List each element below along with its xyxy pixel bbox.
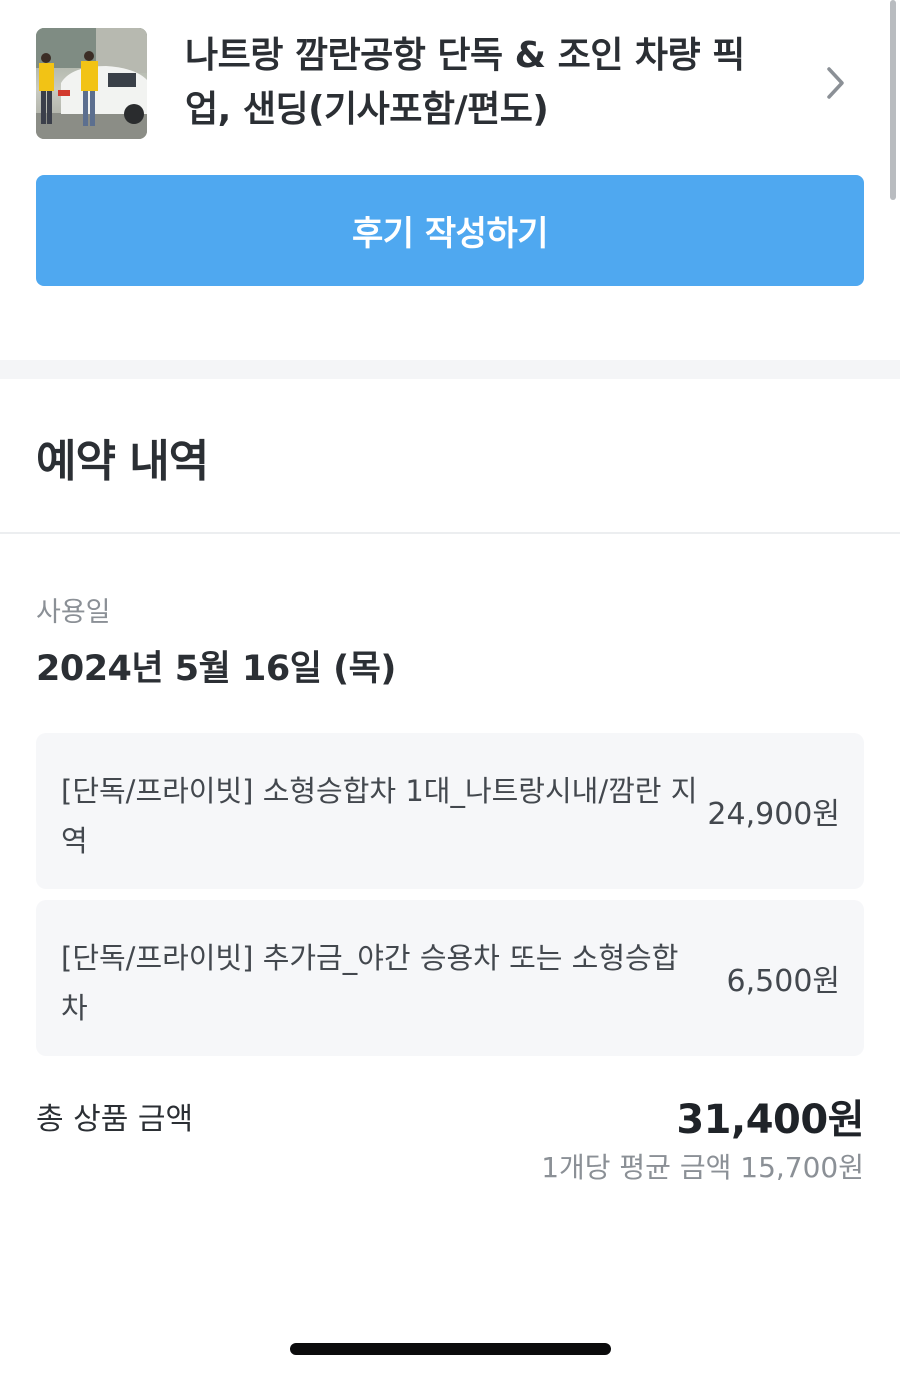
- section-divider: [0, 360, 900, 379]
- option-name: [단독/프라이빗] 소형승합차 1대_나트랑시내/깜란 지역: [61, 774, 698, 858]
- chevron-right-icon[interactable]: [820, 66, 850, 100]
- product-thumbnail-image: [36, 27, 147, 139]
- home-indicator[interactable]: [290, 1343, 611, 1355]
- total-label: 총 상품 금액: [36, 1102, 194, 1137]
- write-review-button[interactable]: 후기 작성하기: [36, 175, 864, 286]
- option-item: [단독/프라이빗] 소형승합차 1대_나트랑시내/깜란 지역 24,900원: [36, 733, 864, 889]
- header-divider: [0, 532, 900, 534]
- use-date-value: 2024년 5월 16일 (목): [36, 649, 396, 689]
- total-value: 31,400원: [676, 1097, 864, 1143]
- reservation-section-title: 예약 내역: [36, 436, 209, 487]
- use-date-label: 사용일: [36, 597, 111, 628]
- product-title: 나트랑 깜란공항 단독 & 조인 차량 픽업, 샌딩(기사포함/편도): [185, 35, 745, 130]
- product-thumbnail: [36, 27, 147, 139]
- option-name: [단독/프라이빗] 추가금_야간 승용차 또는 소형승합차: [61, 941, 679, 1025]
- product-card[interactable]: 나트랑 깜란공항 단독 & 조인 차량 픽업, 샌딩(기사포함/편도): [36, 26, 864, 140]
- average-price-text: 1개당 평균 금액 15,700원: [541, 1151, 864, 1184]
- option-price: 24,900원: [707, 797, 840, 832]
- option-item: [단독/프라이빗] 추가금_야간 승용차 또는 소형승합차 6,500원: [36, 900, 864, 1056]
- option-price: 6,500원: [726, 964, 840, 999]
- scrollbar[interactable]: [890, 0, 896, 200]
